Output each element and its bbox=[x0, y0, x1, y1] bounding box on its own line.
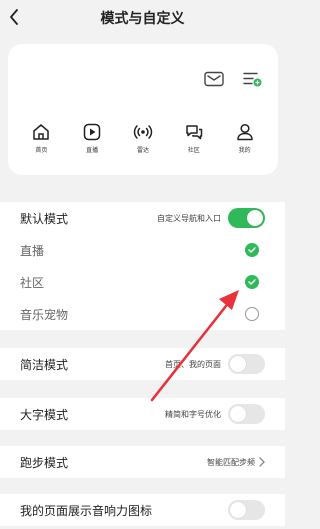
large-font-label: 大字模式 bbox=[20, 407, 69, 422]
nav-label-radar: 雷达 bbox=[136, 147, 149, 154]
nav-label-me: 我的 bbox=[238, 147, 251, 154]
default-mode-row: 默认模式 自定义导航和入口 bbox=[0, 202, 285, 234]
sound-icon-group: 我的页面展示音响力图标 bbox=[0, 494, 285, 526]
sound-icon-row: 我的页面展示音响力图标 bbox=[0, 494, 285, 526]
running-mode-group: 跑步模式 智能匹配步频 bbox=[0, 446, 285, 478]
simple-mode-row: 简洁模式 首页、我的页面 bbox=[0, 348, 285, 380]
home-icon bbox=[33, 124, 50, 140]
option-label-live: 直播 bbox=[20, 243, 45, 258]
menu-add-icon bbox=[243, 72, 262, 87]
nav-item-home: 首页 bbox=[23, 122, 59, 154]
header: 模式与自定义 bbox=[0, 0, 285, 34]
empty-radio-icon[interactable] bbox=[245, 307, 259, 321]
default-mode-toggle[interactable] bbox=[228, 208, 265, 228]
nav-label-live: 直播 bbox=[86, 147, 99, 154]
nav-item-me: 我的 bbox=[227, 122, 263, 154]
nav-item-community: 社区 bbox=[176, 122, 212, 154]
layout-preview-card: 首页 直播 雷达 社区 我的 bbox=[8, 44, 278, 175]
large-font-group: 大字模式 精简和字号优化 bbox=[0, 398, 285, 430]
user-icon bbox=[236, 123, 253, 141]
nav-label-community: 社区 bbox=[187, 147, 200, 154]
chevron-right-icon bbox=[259, 457, 265, 467]
option-row-live[interactable]: 直播 bbox=[0, 234, 285, 266]
default-mode-hint: 自定义导航和入口 bbox=[157, 213, 221, 223]
large-font-hint: 精简和字号优化 bbox=[165, 409, 221, 419]
running-mode-hint: 智能匹配步频 bbox=[207, 457, 255, 467]
preview-top-icons bbox=[204, 71, 262, 87]
option-row-music-pet[interactable]: 音乐宠物 bbox=[0, 298, 285, 330]
nav-item-live: 直播 bbox=[74, 122, 110, 154]
checkmark-icon[interactable] bbox=[245, 243, 259, 257]
sound-icon-label: 我的页面展示音响力图标 bbox=[20, 503, 153, 518]
large-font-row: 大字模式 精简和字号优化 bbox=[0, 398, 285, 430]
page-title: 模式与自定义 bbox=[100, 11, 185, 27]
sound-icon-toggle[interactable] bbox=[228, 500, 265, 520]
play-icon bbox=[83, 123, 101, 141]
option-row-community[interactable]: 社区 bbox=[0, 266, 285, 298]
running-mode-row[interactable]: 跑步模式 智能匹配步频 bbox=[0, 446, 285, 478]
checkmark-icon[interactable] bbox=[245, 275, 259, 289]
running-mode-label: 跑步模式 bbox=[20, 455, 69, 470]
simple-mode-label: 简洁模式 bbox=[20, 357, 69, 372]
mail-icon bbox=[204, 71, 224, 87]
nav-item-radar: 雷达 bbox=[125, 122, 161, 154]
radar-icon bbox=[133, 125, 153, 139]
simple-mode-hint: 首页、我的页面 bbox=[165, 359, 221, 369]
option-label-music-pet: 音乐宠物 bbox=[20, 307, 69, 322]
preview-nav-bar: 首页 直播 雷达 社区 我的 bbox=[8, 122, 278, 154]
chat-bubbles-icon bbox=[186, 125, 203, 140]
simple-mode-group: 简洁模式 首页、我的页面 bbox=[0, 348, 285, 380]
nav-label-home: 首页 bbox=[35, 147, 48, 154]
simple-mode-toggle[interactable] bbox=[228, 354, 265, 374]
option-label-community: 社区 bbox=[20, 275, 45, 290]
default-mode-label: 默认模式 bbox=[20, 211, 69, 226]
default-mode-group: 默认模式 自定义导航和入口 直播 社区 音乐宠物 bbox=[0, 202, 285, 330]
large-font-toggle[interactable] bbox=[228, 404, 265, 424]
